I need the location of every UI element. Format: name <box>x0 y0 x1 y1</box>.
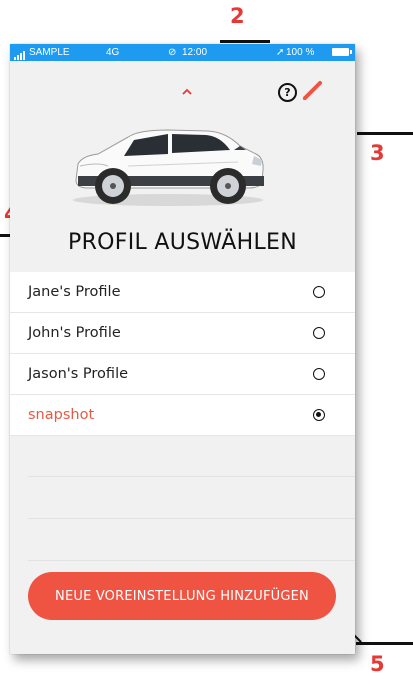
signal-bars-icon <box>14 49 26 60</box>
help-circle-icon[interactable]: ? <box>278 83 297 102</box>
profile-row-snapshot[interactable]: snapshot <box>10 395 355 436</box>
profile-label: snapshot <box>28 407 95 423</box>
status-bar: SAMPLE 4G ⊘ 12:00 ➚ 100 % <box>10 44 355 61</box>
callout-number-2: 2 <box>230 4 245 28</box>
radio-button[interactable] <box>313 368 325 380</box>
battery-percent: 100 % <box>286 47 315 58</box>
profile-row-jason[interactable]: Jason's Profile <box>10 354 355 395</box>
list-divider <box>28 476 355 477</box>
radio-button[interactable] <box>313 286 325 298</box>
profile-row-john[interactable]: John's Profile <box>10 313 355 354</box>
link-icon: ⊘ <box>168 47 177 58</box>
network-label: 4G <box>106 47 120 58</box>
callout-leader-3-horizontal <box>357 132 413 135</box>
profile-label: John's Profile <box>28 325 121 341</box>
car-image <box>68 122 268 211</box>
battery-icon <box>332 48 352 56</box>
radio-button[interactable] <box>313 327 325 339</box>
list-divider <box>28 560 355 561</box>
clock-time: 12:00 <box>182 47 208 58</box>
pencil-icon[interactable] <box>301 78 325 106</box>
list-divider <box>28 518 355 519</box>
location-arrow-icon: ➚ <box>276 47 285 58</box>
profile-list: Jane's Profile John's Profile Jason's Pr… <box>10 272 355 436</box>
chevron-up-icon[interactable] <box>182 84 192 98</box>
profile-label: Jane's Profile <box>28 284 121 300</box>
page-title: PROFIL AUSWÄHLEN <box>68 230 297 255</box>
callout-number-3: 3 <box>370 141 385 165</box>
callout-number-5: 5 <box>370 652 385 676</box>
add-preset-button[interactable]: NEUE VOREINSTELLUNG HINZUFÜGEN <box>28 572 336 620</box>
profile-row-jane[interactable]: Jane's Profile <box>10 272 355 313</box>
callout-leader-2-horizontal <box>220 40 270 43</box>
callout-leader-5-horizontal <box>356 642 413 645</box>
profile-label: Jason's Profile <box>28 366 129 382</box>
carrier-label: SAMPLE <box>29 47 70 58</box>
phone-screen: SAMPLE 4G ⊘ 12:00 ➚ 100 % ? PROFIL AUSWÄ… <box>10 44 355 654</box>
radio-button-selected[interactable] <box>313 409 325 421</box>
